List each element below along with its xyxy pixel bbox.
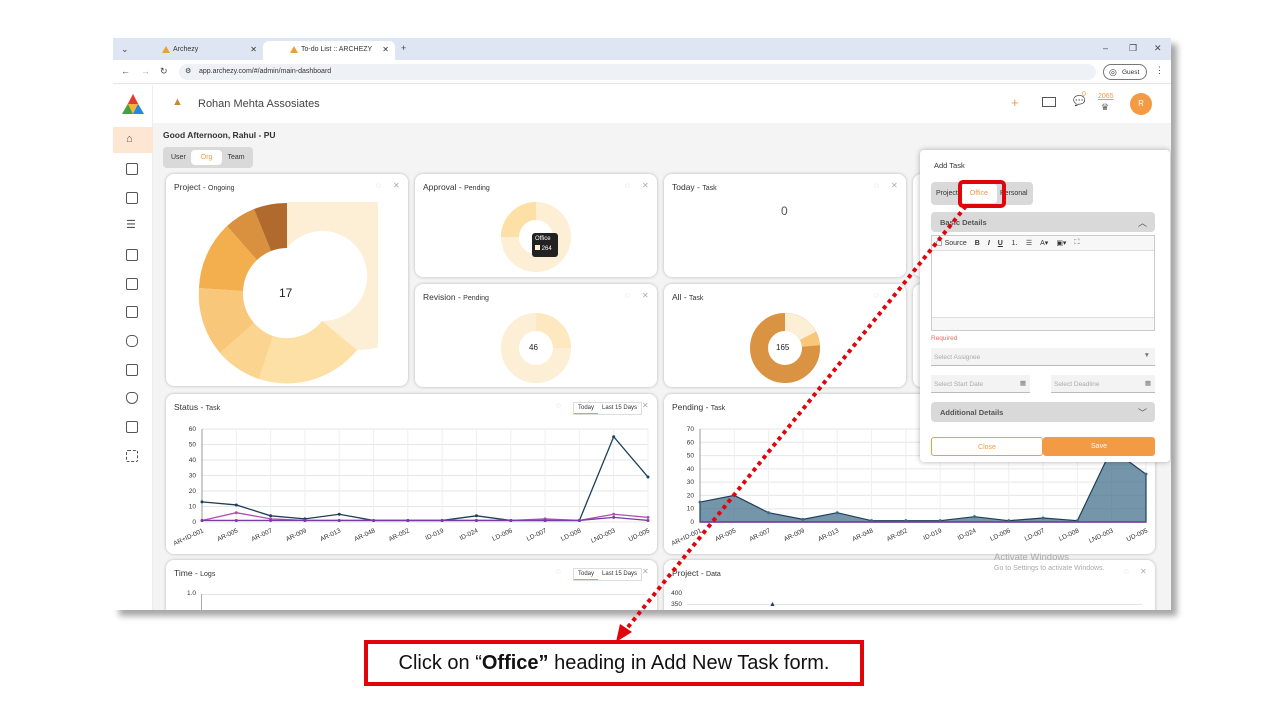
instruction-arrow [616, 204, 968, 642]
caption-bold: Office” [481, 652, 549, 674]
instruction-caption: Click on “Office” heading in Add New Tas… [364, 640, 864, 686]
caption-suffix: heading in Add New Task form. [548, 652, 830, 674]
caption-prefix: Click on “ [398, 652, 482, 674]
